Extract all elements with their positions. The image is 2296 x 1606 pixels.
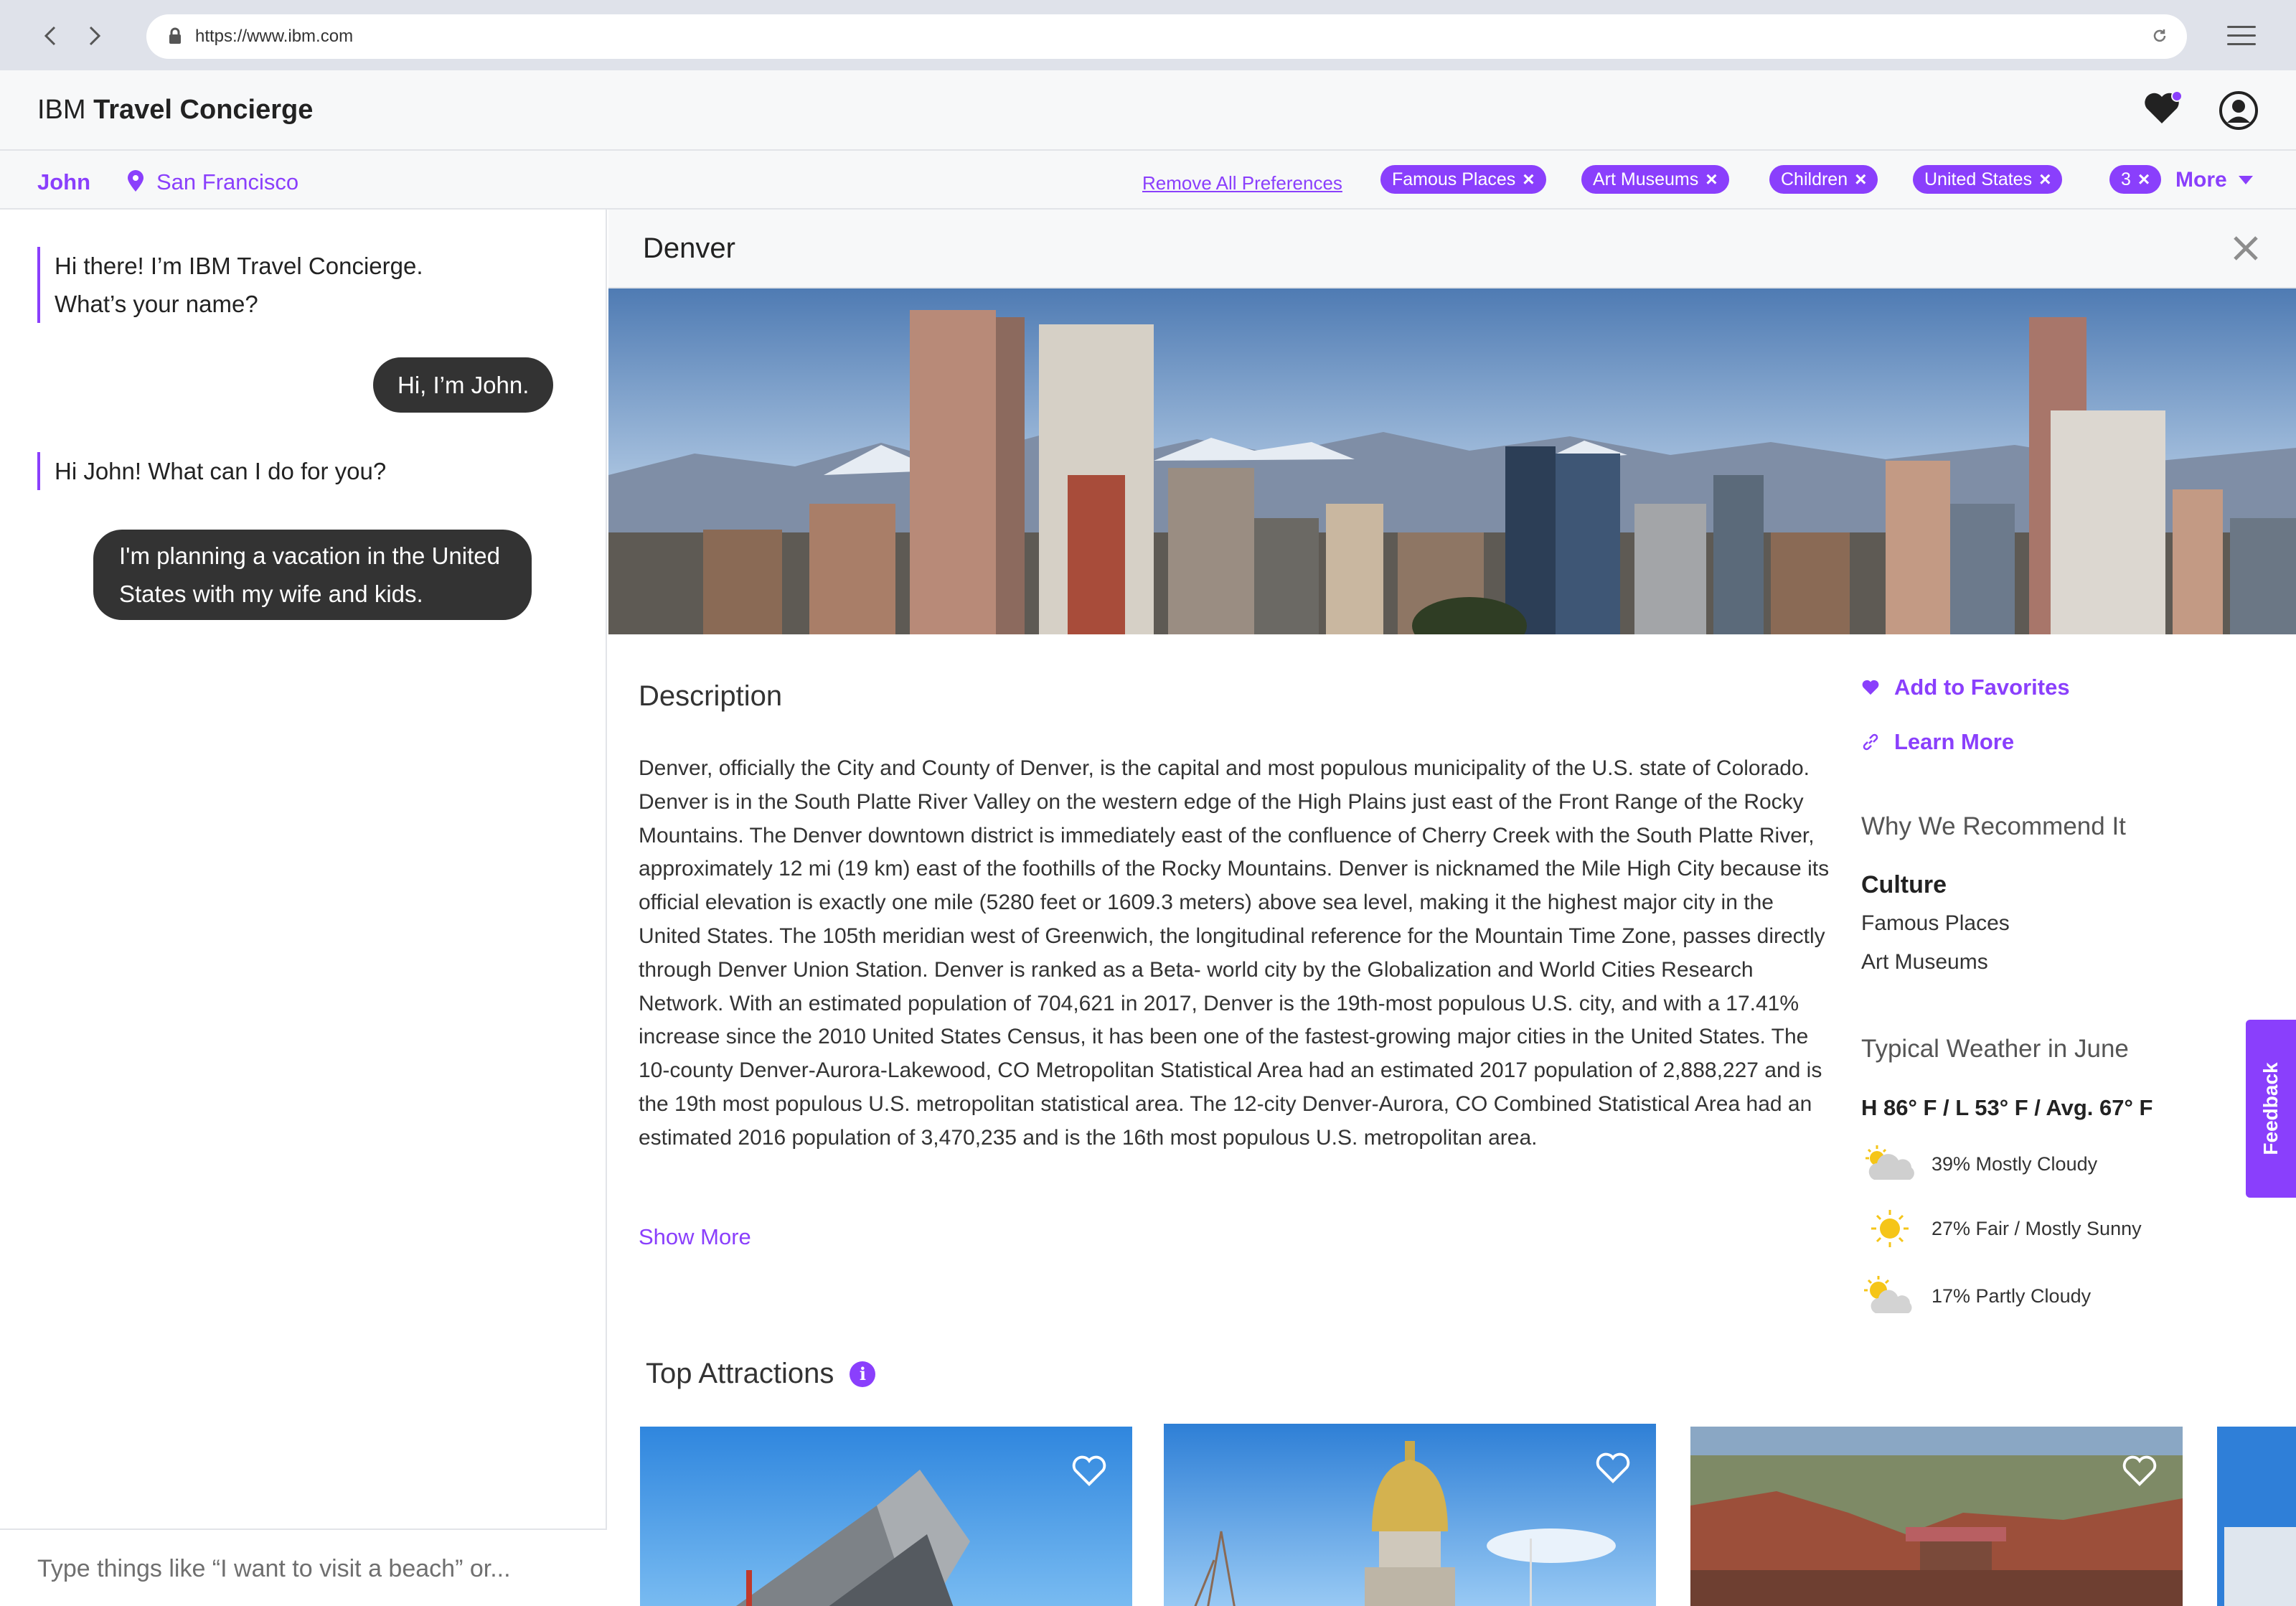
reload-icon[interactable] [2151,27,2168,44]
app-title-prefix: IBM [37,95,86,125]
chip-count: 3 [2121,169,2131,189]
recommend-category: Culture [1861,871,1947,898]
more-label: More [2175,168,2227,192]
preferences-bar: John San Francisco Remove All Preference… [0,151,2296,210]
chip-label: Famous Places [1392,169,1516,189]
red-rocks-image [1690,1427,2183,1606]
destination-hero-image [608,288,2296,634]
state-capitol-image [1164,1424,1656,1606]
address-bar[interactable]: https://www.ibm.com [146,14,2187,59]
attraction-card[interactable] [1690,1427,2183,1606]
detail-header: Denver [608,210,2296,288]
sunny-icon [1871,1210,1909,1247]
weather-row: 17% Partly Cloudy [1861,1274,2091,1318]
preference-chip[interactable]: Art Museums × [1581,165,1729,194]
attraction-card[interactable] [2217,1427,2296,1606]
app-title: IBM Travel Concierge [37,95,313,126]
close-icon[interactable]: × [1523,169,1534,189]
user-message: I'm planning a vacation in the United St… [93,530,532,620]
more-dropdown[interactable]: More [2175,168,2253,192]
destination-title: Denver [643,233,735,264]
feedback-label: Feedback [2259,1062,2282,1155]
lock-icon [169,27,181,44]
user-message: Hi, I’m John. [373,357,554,413]
art-museum-image [640,1427,1132,1606]
weather-heading: Typical Weather in June [1861,1035,2129,1063]
show-more-link[interactable]: Show More [639,1224,751,1250]
url-text: https://www.ibm.com [195,27,354,46]
weather-label: 17% Partly Cloudy [1932,1285,2092,1307]
bot-message: Hi there! I’m IBM Travel Concierge. What… [37,247,423,323]
chevron-right-icon [89,26,101,46]
user-message-line: I'm planning a vacation in the United [119,543,500,569]
user-location[interactable]: San Francisco [156,169,298,195]
bot-message-line: Hi there! I’m IBM Travel Concierge. [55,253,423,279]
chevron-down-icon [2238,176,2253,184]
heart-outline-icon[interactable] [2121,1454,2158,1488]
weather-row: 27% Fair / Mostly Sunny [1861,1207,2142,1250]
bot-message-line: What’s your name? [55,291,258,317]
top-attractions-label: Top Attractions [646,1358,834,1389]
add-to-favorites-link[interactable]: Add to Favorites [1861,675,2070,700]
description-text: Denver, officially the City and County o… [639,756,1830,1150]
forward-button[interactable] [79,20,110,52]
top-attractions-heading: Top Attractions i [646,1358,876,1390]
learn-more-label: Learn More [1894,729,2015,754]
why-recommend-heading: Why We Recommend It [1861,812,2126,840]
app-title-main: Travel Concierge [93,95,314,125]
mostly-cloudy-icon [1866,1145,1914,1180]
partly-cloudy-icon [1864,1276,1912,1313]
close-icon[interactable]: × [2138,169,2150,189]
weather-summary: H 86° F / L 53° F / Avg. 67° F [1861,1095,2153,1120]
feedback-tab[interactable]: Feedback [2246,1020,2296,1198]
notification-dot [2171,90,2183,102]
location-pin-icon [128,170,144,192]
add-to-favorites-label: Add to Favorites [1894,675,2070,700]
recommend-item: Art Museums [1861,950,1988,974]
user-name[interactable]: John [37,169,90,195]
user-message-text: Hi, I’m John. [397,372,530,398]
weather-label: 39% Mostly Cloudy [1932,1152,2098,1175]
chip-label: United States [1924,169,2033,189]
weather-row: 39% Mostly Cloudy [1861,1142,2097,1185]
attraction-card[interactable] [640,1427,1132,1606]
chat-input-area [0,1528,607,1606]
weather-label: 27% Fair / Mostly Sunny [1932,1217,2142,1239]
link-icon [1863,733,1878,751]
close-icon[interactable]: × [1705,169,1717,189]
close-icon[interactable] [2231,234,2260,263]
destination-detail: Denver Description Denver, officially th… [608,210,2296,1606]
bot-message-line: Hi John! What can I do for you? [55,458,387,484]
attraction-image [2217,1427,2296,1606]
close-icon[interactable]: × [1855,169,1866,189]
chip-label: Children [1781,169,1848,189]
heart-icon [1862,680,1879,695]
info-icon[interactable]: i [850,1361,876,1387]
user-message-line: States with my wife and kids. [119,581,423,607]
bot-message: Hi John! What can I do for you? [37,452,386,490]
close-icon[interactable]: × [2039,169,2051,189]
heart-outline-icon[interactable] [1071,1454,1108,1488]
chat-input[interactable] [37,1551,583,1586]
recommend-item: Famous Places [1861,911,2010,935]
browser-toolbar: https://www.ibm.com [0,0,2296,70]
chevron-left-icon [44,26,56,46]
app-header: IBM Travel Concierge [0,70,2296,151]
preference-chip[interactable]: United States × [1913,165,2063,194]
attraction-card[interactable] [1164,1424,1656,1606]
preference-chip[interactable]: Famous Places × [1380,165,1546,194]
browser-menu-icon[interactable] [2227,26,2256,47]
chat-panel: Hi there! I’m IBM Travel Concierge. What… [0,210,607,1606]
heart-outline-icon[interactable] [1594,1451,1632,1485]
user-profile-icon[interactable] [2219,90,2259,131]
preference-chip[interactable]: Children × [1769,165,1878,194]
extra-preferences-chip[interactable]: 3 × [2109,165,2162,194]
back-button[interactable] [34,20,66,52]
learn-more-link[interactable]: Learn More [1861,729,2014,755]
description-heading: Description [639,680,783,712]
remove-all-preferences-link[interactable]: Remove All Preferences [1142,172,1342,194]
chip-label: Art Museums [1593,169,1699,189]
